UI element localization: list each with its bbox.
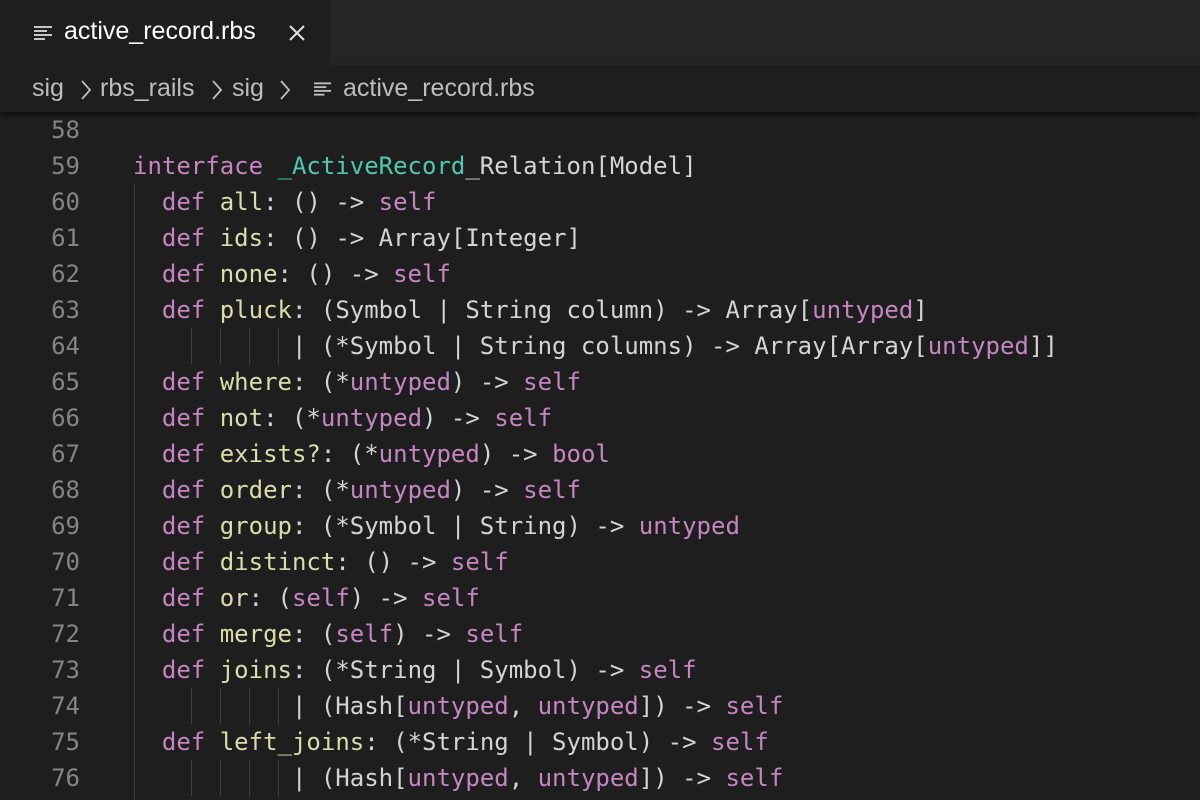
code-text: def ids: () -> Array[Integer] — [161, 224, 581, 252]
code-text: def or: (self) -> self — [161, 584, 480, 612]
code-line[interactable]: 64 | (*Symbol | String columns) -> Array… — [0, 328, 1200, 364]
line-number: 69 — [51, 512, 80, 540]
code-text: def where: (*untyped) -> self — [161, 368, 581, 396]
code-line[interactable]: 61 def ids: () -> Array[Integer] — [0, 220, 1200, 256]
file-lines-icon — [34, 26, 52, 40]
line-number: 58 — [51, 116, 80, 144]
code-line[interactable]: 73 def joins: (*String | Symbol) -> self — [0, 652, 1200, 688]
code-line[interactable]: 62 def none: () -> self — [0, 256, 1200, 292]
file-lines-icon — [314, 82, 331, 96]
line-number: 59 — [51, 152, 80, 180]
code-line[interactable]: 69 def group: (*Symbol | String) -> unty… — [0, 508, 1200, 544]
line-number: 61 — [51, 224, 80, 252]
line-number: 63 — [51, 296, 80, 324]
code-line[interactable]: 63 def pluck: (Symbol | String column) -… — [0, 292, 1200, 328]
line-number: 62 — [51, 260, 80, 288]
line-number: 70 — [51, 548, 80, 576]
code-line[interactable]: 65 def where: (*untyped) -> self — [0, 364, 1200, 400]
code-text: def pluck: (Symbol | String column) -> A… — [161, 296, 928, 324]
line-number: 65 — [51, 368, 80, 396]
code-line[interactable]: 60 def all: () -> self — [0, 184, 1200, 220]
breadcrumb-item-sig[interactable]: sig — [32, 74, 64, 103]
code-text: def none: () -> self — [161, 260, 451, 288]
editor-tab[interactable]: active_record.rbs — [0, 0, 330, 66]
code-line[interactable]: 72 def merge: (self) -> self — [0, 616, 1200, 652]
line-number: 72 — [51, 620, 80, 648]
line-number: 67 — [51, 440, 80, 468]
chevron-right-icon — [212, 80, 223, 100]
line-number: 74 — [51, 692, 80, 720]
code-line[interactable]: 70 def distinct: () -> self — [0, 544, 1200, 580]
code-line[interactable]: 68 def order: (*untyped) -> self — [0, 472, 1200, 508]
code-line[interactable]: 66 def not: (*untyped) -> self — [0, 400, 1200, 436]
breadcrumb-item-sig-sub[interactable]: sig — [232, 74, 264, 103]
code-text: def distinct: () -> self — [161, 548, 509, 576]
line-number: 66 — [51, 404, 80, 432]
code-line[interactable]: 75 def left_joins: (*String | Symbol) ->… — [0, 724, 1200, 760]
code-text: def all: () -> self — [161, 188, 437, 216]
line-number: 64 — [51, 332, 80, 360]
chevron-right-icon — [81, 80, 92, 100]
code-text: | (Hash[untyped, untyped]) -> self — [133, 692, 784, 720]
code-text: def exists?: (*untyped) -> bool — [161, 440, 610, 468]
line-number: 68 — [51, 476, 80, 504]
code-line[interactable]: 59 interface _ActiveRecord_Relation[Model… — [0, 148, 1200, 184]
code-text: def left_joins: (*String | Symbol) -> se… — [161, 728, 769, 756]
line-number: 60 — [51, 188, 80, 216]
code-text: def group: (*Symbol | String) -> untyped — [161, 512, 740, 540]
chevron-right-icon — [280, 80, 291, 100]
line-number: 75 — [51, 728, 80, 756]
code-line[interactable]: 71 def or: (self) -> self — [0, 580, 1200, 616]
code-line[interactable]: 77 def left_outer_joins: (*String | Symb… — [0, 796, 1200, 800]
code-line[interactable]: 74 | (Hash[untyped, untyped]) -> self — [0, 688, 1200, 724]
line-number: 73 — [51, 656, 80, 684]
code-editor[interactable]: 58 59 interface _ActiveRecord_Relation[Mod… — [0, 112, 1200, 800]
line-number: 76 — [51, 764, 80, 792]
code-text: def merge: (self) -> self — [161, 620, 524, 648]
code-text: | (Hash[untyped, untyped]) -> self — [133, 764, 784, 792]
breadcrumb-item-rbs-rails[interactable]: rbs_rails — [100, 74, 194, 103]
breadcrumb-item-file[interactable]: active_record.rbs — [343, 74, 535, 103]
breadcrumb: sig rbs_rails sig active_record.rbs — [0, 66, 1200, 112]
code-text: def not: (*untyped) -> self — [161, 404, 553, 432]
code-text: def order: (*untyped) -> self — [161, 476, 581, 504]
line-number: 71 — [51, 584, 80, 612]
code-text: def joins: (*String | Symbol) -> self — [161, 656, 697, 684]
code-line[interactable]: 76 | (Hash[untyped, untyped]) -> self — [0, 760, 1200, 796]
code-text: interface _ActiveRecord_Relation[Model] — [133, 152, 697, 180]
code-line[interactable]: 58 — [0, 112, 1200, 148]
tab-bar: active_record.rbs — [0, 0, 1200, 66]
code-text: | (*Symbol | String columns) -> Array[Ar… — [133, 332, 1058, 360]
tab-label: active_record.rbs — [64, 17, 256, 45]
line-number: 77 — [0, 796, 80, 800]
code-text: def left_outer_joins: (*String | Symbol)… — [133, 796, 855, 800]
close-icon[interactable] — [286, 22, 308, 44]
code-line[interactable]: 67 def exists?: (*untyped) -> bool — [0, 436, 1200, 472]
